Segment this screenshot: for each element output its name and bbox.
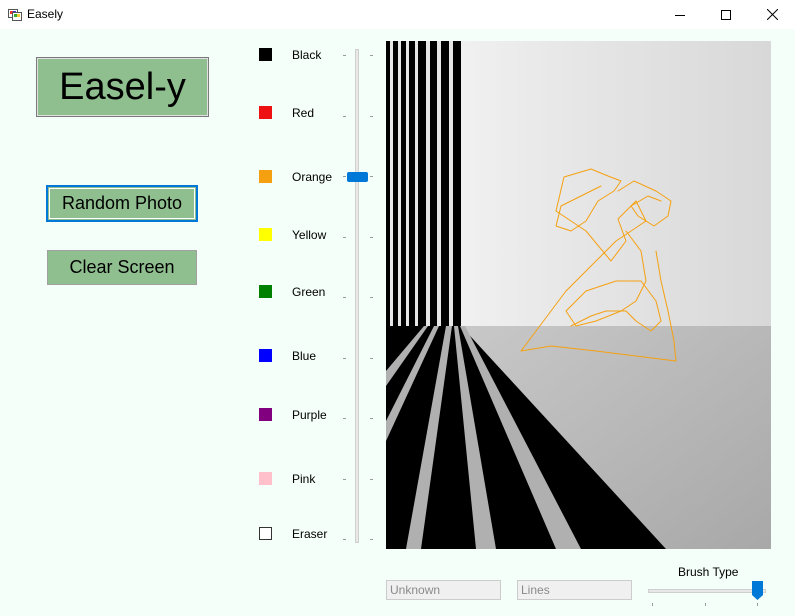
- swatch-orange[interactable]: [259, 170, 272, 183]
- brush-type-slider-thumb[interactable]: [752, 581, 763, 600]
- photo-name-field[interactable]: Unknown: [386, 580, 501, 600]
- random-photo-button[interactable]: Random Photo: [46, 185, 198, 222]
- focus-border: [49, 188, 195, 219]
- brush-type-tick: [705, 603, 706, 606]
- slider-tick: [370, 236, 373, 238]
- color-label-eraser[interactable]: Eraser: [292, 527, 327, 541]
- slider-tick: [343, 418, 346, 419]
- color-label-orange[interactable]: Orange: [292, 170, 332, 184]
- minimize-icon: [675, 14, 685, 16]
- minimize-button[interactable]: [657, 0, 703, 29]
- app-icon: [8, 7, 22, 21]
- swatch-green[interactable]: [259, 285, 272, 298]
- swatch-yellow[interactable]: [259, 228, 272, 241]
- slider-tick: [370, 55, 373, 56]
- swatch-purple[interactable]: [259, 408, 272, 421]
- slider-tick: [343, 297, 346, 298]
- slider-tick: [370, 418, 373, 419]
- color-label-blue[interactable]: Blue: [292, 349, 316, 363]
- slider-tick: [370, 115, 373, 117]
- slider-tick: [343, 55, 346, 56]
- brush-type-label: Brush Type: [678, 565, 739, 579]
- window-title: Easely: [27, 7, 64, 21]
- slider-tick: [343, 539, 346, 540]
- color-label-red[interactable]: Red: [292, 106, 314, 120]
- close-icon: [766, 9, 778, 20]
- slider-tick: [370, 539, 373, 540]
- slider-tick: [343, 115, 346, 117]
- brush-name-field[interactable]: Lines: [517, 580, 632, 600]
- swatch-red[interactable]: [259, 106, 272, 119]
- slider-tick: [343, 176, 346, 177]
- color-label-black[interactable]: Black: [292, 48, 321, 62]
- maximize-icon: [721, 9, 731, 20]
- swatch-eraser[interactable]: [259, 527, 272, 540]
- slider-tick: [370, 297, 373, 298]
- slider-tick: [343, 478, 346, 480]
- brush-type-tick: [652, 603, 653, 606]
- slider-tick: [370, 478, 373, 480]
- title-bar: Easely: [0, 0, 795, 29]
- brush-type-slider-track[interactable]: [648, 589, 766, 593]
- brush-stroke: [520, 168, 677, 362]
- color-label-yellow[interactable]: Yellow: [292, 228, 326, 242]
- close-button[interactable]: [749, 0, 795, 29]
- swatch-pink[interactable]: [259, 472, 272, 485]
- swatch-blue[interactable]: [259, 349, 272, 362]
- slider-tick: [343, 357, 346, 359]
- color-label-green[interactable]: Green: [292, 285, 325, 299]
- clear-screen-button[interactable]: Clear Screen: [47, 250, 197, 285]
- color-label-pink[interactable]: Pink: [292, 472, 315, 486]
- slider-tick: [343, 236, 346, 238]
- color-label-purple[interactable]: Purple: [292, 408, 327, 422]
- drawing-canvas[interactable]: [386, 41, 771, 549]
- slider-tick: [370, 357, 373, 359]
- brush-size-slider-thumb[interactable]: [347, 172, 368, 183]
- brush-size-slider-track[interactable]: [355, 49, 359, 543]
- brush-type-tick: [757, 603, 758, 606]
- swatch-black[interactable]: [259, 48, 272, 61]
- logo-button[interactable]: Easel-y: [36, 57, 209, 117]
- maximize-button[interactable]: [703, 0, 749, 29]
- slider-tick: [370, 176, 373, 177]
